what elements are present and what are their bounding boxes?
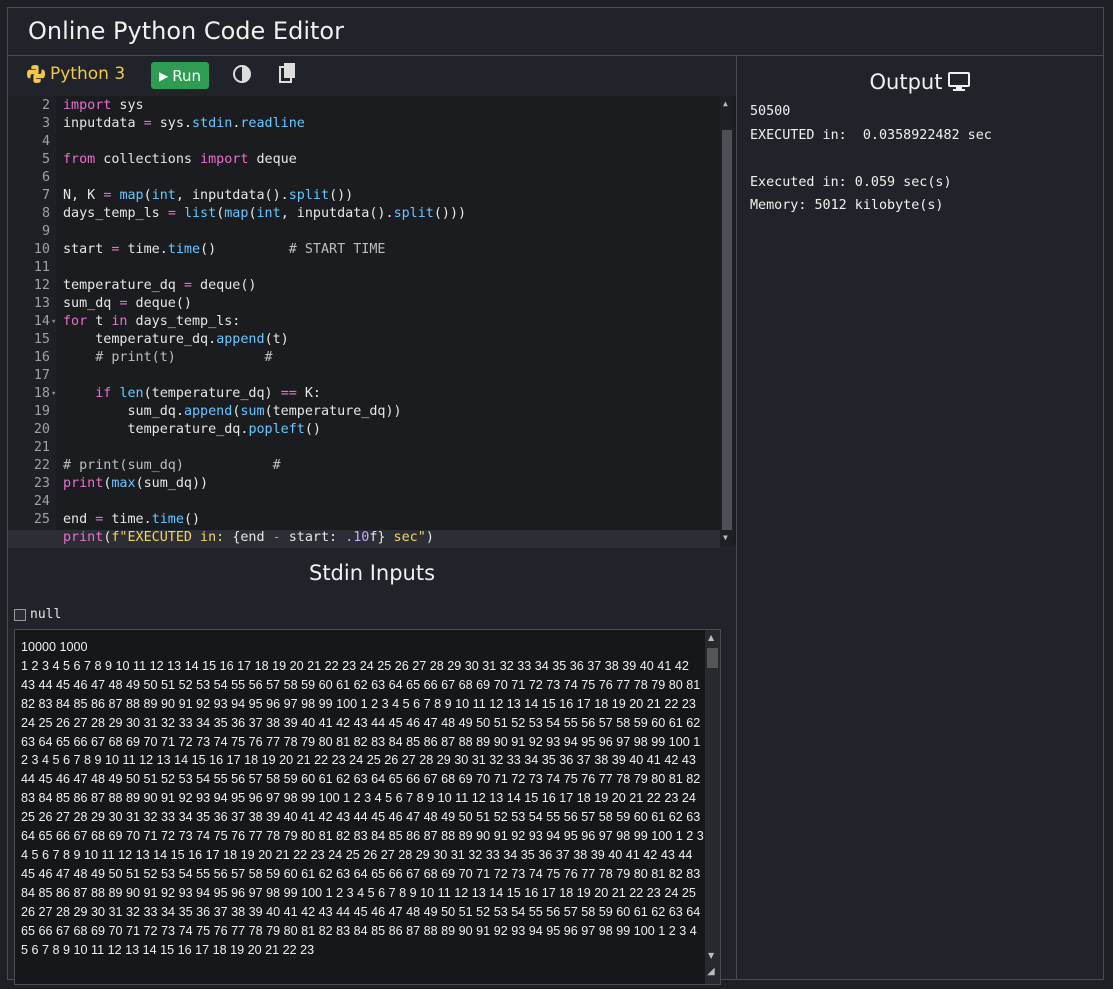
stdin-scroll-down-icon[interactable]: ▼ — [708, 951, 714, 960]
code-line[interactable]: # print(t) # — [63, 350, 272, 365]
output-line: EXECUTED in: 0.0358922482 sec — [750, 127, 992, 143]
output-line: Memory: 5012 kilobyte(s) — [750, 198, 944, 213]
stdin-scrollbar[interactable]: ▲ ▼ ◢ — [705, 630, 720, 984]
line-number: 25 — [33, 512, 50, 527]
line-number: 8 — [41, 206, 50, 221]
stdin-textarea[interactable]: 10000 1000 1 2 3 4 5 6 7 8 9 10 11 12 13… — [14, 629, 721, 985]
code-line[interactable]: temperature_dq.popleft() — [63, 422, 321, 437]
line-number: 21 — [33, 440, 50, 455]
code-line[interactable]: start = time.time() # START TIME — [63, 242, 386, 257]
code-line[interactable]: # print(sum_dq) # — [63, 458, 281, 473]
line-number: 23 — [33, 476, 50, 491]
line-number: 17 — [33, 368, 50, 383]
scroll-down-icon[interactable]: ▼ — [723, 533, 728, 542]
line-number: 3 — [41, 116, 50, 131]
language-selector[interactable]: Python 3 — [26, 64, 125, 84]
resize-handle-icon[interactable]: ◢ — [707, 966, 715, 977]
output-line: Executed in: 0.059 sec(s) — [750, 174, 952, 190]
fold-toggle-icon[interactable]: ▾ — [51, 317, 56, 327]
line-number: 2 — [41, 98, 50, 113]
python-icon — [27, 65, 45, 83]
line-number: 9 — [41, 224, 50, 239]
title-bar: Online Python Code Editor — [8, 8, 1103, 56]
line-number: 22 — [33, 458, 50, 473]
code-line[interactable]: inputdata = sys.stdin.readline — [63, 116, 305, 131]
code-line[interactable]: print(f"EXECUTED in: {end - start: .10f}… — [63, 530, 434, 545]
line-number: 10 — [33, 242, 50, 257]
scroll-up-icon[interactable]: ▲ — [723, 99, 728, 108]
code-line[interactable]: days_temp_ls = list(map(int, inputdata()… — [63, 206, 466, 221]
code-line[interactable]: end = time.time() — [63, 512, 200, 527]
code-line[interactable]: N, K = map(int, inputdata().split()) — [63, 188, 353, 203]
code-line[interactable]: sum_dq.append(sum(temperature_dq)) — [63, 404, 401, 419]
play-icon: ▶ — [159, 68, 169, 83]
stdin-title: Stdin Inputs — [308, 561, 436, 585]
code-line[interactable]: print(max(sum_dq)) — [63, 476, 208, 491]
line-number: 15 — [33, 332, 50, 347]
copy-icon[interactable] — [278, 62, 298, 84]
code-line[interactable]: from collections import deque — [63, 152, 297, 167]
monitor-icon — [948, 72, 971, 91]
line-number: 5 — [41, 152, 50, 167]
page-title: Online Python Code Editor — [28, 17, 344, 45]
output-line: 50500 — [750, 104, 791, 119]
code-editor[interactable]: 2 3 4 5 6 7 8 9 10 11 12 13 14 ▾ 15 16 17 18 ▾ 19 20 21 22 23 24… — [8, 96, 736, 548]
line-number: 13 — [33, 296, 50, 311]
line-number: 14 — [33, 314, 50, 329]
stdin-scroll-thumb[interactable] — [707, 648, 718, 668]
editor-frame: Online Python Code Editor Python 3 ▶ Run — [7, 7, 1104, 985]
line-number: 19 — [33, 404, 50, 419]
contrast-icon[interactable] — [232, 64, 252, 84]
fold-toggle-icon[interactable]: ▾ — [51, 389, 56, 399]
code-line[interactable]: if len(temperature_dq) == K: — [63, 386, 321, 401]
run-label: Run — [172, 66, 201, 85]
line-number: 11 — [33, 260, 50, 275]
code-line[interactable]: temperature_dq.append(t) — [63, 332, 289, 347]
line-number: 12 — [33, 278, 50, 293]
code-line[interactable]: for t in days_temp_ls: — [63, 314, 240, 329]
output-pane: Output 50500 EXECUTED in: 0.0358922482 se… — [737, 56, 1103, 980]
line-number: 7 — [41, 188, 50, 203]
line-number: 20 — [33, 422, 50, 437]
line-number: 18 — [33, 386, 50, 401]
null-checkbox-row[interactable]: null — [14, 607, 61, 622]
stdin-scroll-up-icon[interactable]: ▲ — [708, 633, 714, 642]
line-number: 4 — [41, 134, 50, 149]
output-lines: 50500 EXECUTED in: 0.0358922482 sec Execut… — [750, 104, 992, 222]
null-label: null — [30, 607, 62, 622]
editor-scrollbar[interactable]: ▲ ▼ — [720, 96, 734, 546]
stdin-text: 10000 1000 1 2 3 4 5 6 7 8 9 10 11 12 13… — [21, 640, 704, 957]
line-number: 24 — [33, 494, 50, 509]
editor-scroll-thumb[interactable] — [722, 130, 732, 530]
output-title: Output — [737, 70, 1103, 94]
code-line[interactable]: import sys — [63, 98, 144, 113]
line-number: 16 — [33, 350, 50, 365]
run-button[interactable]: ▶ Run — [151, 62, 209, 89]
line-gutter: 2 3 4 5 6 7 8 9 10 11 12 13 14 ▾ 15 16 17 18 ▾ 19 20 21 22 23 24… — [8, 96, 56, 546]
code-line[interactable]: sum_dq = deque() — [63, 296, 192, 311]
output-title-label: Output — [869, 70, 943, 94]
code-line[interactable]: temperature_dq = deque() — [63, 278, 257, 293]
line-number: 6 — [41, 170, 50, 185]
language-label: Python 3 — [50, 64, 126, 84]
null-checkbox[interactable] — [14, 608, 26, 621]
left-pane: Python 3 ▶ Run 2 3 4 5 6 7 8 9 10 11 12 13 14 ▾ 15 16 17… — [8, 56, 737, 985]
toolbar: Python 3 ▶ Run — [8, 56, 736, 96]
